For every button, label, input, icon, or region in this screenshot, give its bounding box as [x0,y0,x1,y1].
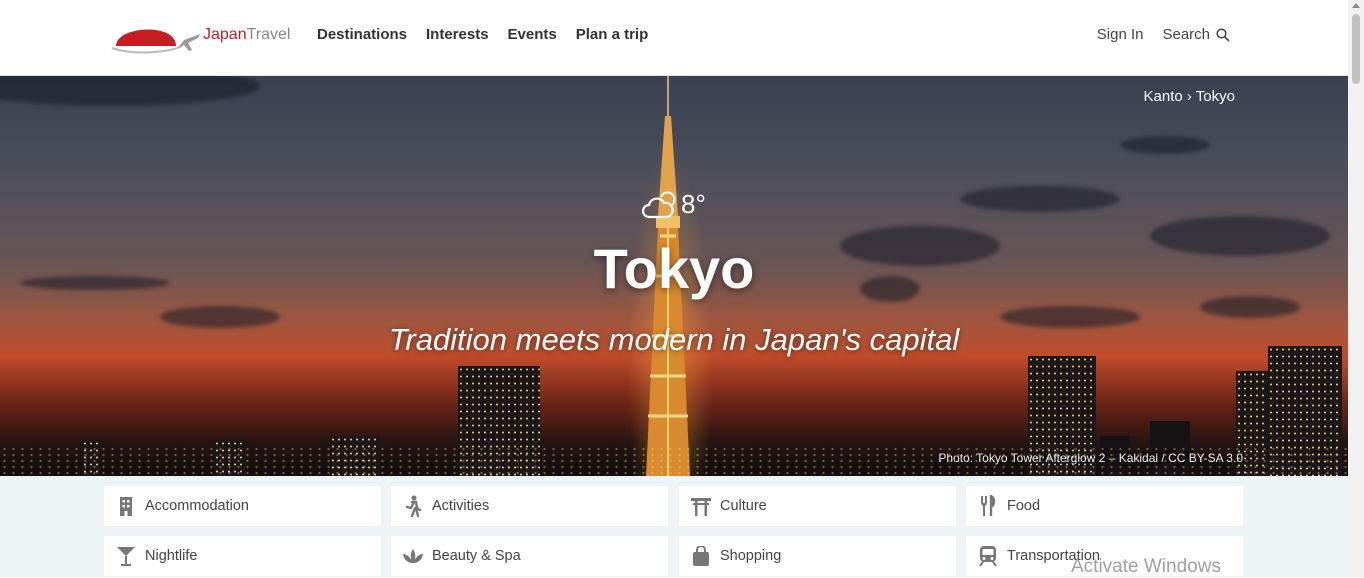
logo-wordmark: JapanTravel [203,26,290,44]
main-nav: Destinations Interests Events Plan a tri… [317,26,667,43]
search-label: Search [1162,26,1210,43]
shopping-bag-icon [689,544,713,568]
nav-plan-a-trip[interactable]: Plan a trip [576,26,649,43]
site-logo[interactable]: JapanTravel [110,16,300,56]
category-nightlife[interactable]: Nightlife [104,536,381,576]
category-food[interactable]: Food [966,486,1243,526]
photo-credit[interactable]: Photo: Tokyo Tower Afterglow 2 – Kakidai… [938,451,1243,465]
train-icon [976,544,1000,568]
category-label: Accommodation [145,498,249,514]
page-title: Tokyo [593,237,755,300]
nav-events[interactable]: Events [508,26,557,43]
category-label: Culture [720,498,767,514]
logo-text-japan: Japan [203,26,247,43]
torii-gate-icon [689,494,713,518]
category-shopping[interactable]: Shopping [679,536,956,576]
category-activities[interactable]: Activities [391,486,668,526]
category-label: Shopping [720,548,782,564]
scroll-thumb[interactable] [1352,14,1360,84]
page-scrollbar[interactable] [1348,0,1364,577]
search-icon [1216,27,1230,42]
category-label: Activities [432,498,490,514]
walking-person-icon [401,494,425,518]
hero-banner: Kanto › Tokyo 8° Tokyo Tradition meets m… [0,76,1348,476]
weather-widget: 8° [641,189,706,220]
site-header: JapanTravel Destinations Interests Event… [0,0,1348,76]
category-label: Food [1007,498,1041,514]
scroll-up-arrow-icon[interactable] [1352,3,1360,8]
hero-tagline: Tradition meets modern in Japan's capita… [388,322,960,357]
partly-cloudy-icon [641,190,676,218]
category-label: Nightlife [145,548,198,564]
lotus-icon [401,544,425,568]
logo-text-travel: Travel [246,26,291,43]
temperature: 8° [681,189,706,219]
category-culture[interactable]: Culture [679,486,956,526]
category-accommodation[interactable]: Accommodation [104,486,381,526]
nav-destinations[interactable]: Destinations [317,26,407,43]
nav-interests[interactable]: Interests [426,26,489,43]
cocktail-glass-icon [114,544,138,568]
category-beauty-spa[interactable]: Beauty & Spa [391,536,668,576]
user-nav: Sign In Search [1097,26,1230,43]
fork-knife-icon [976,494,1000,518]
breadcrumb[interactable]: Kanto › Tokyo [1144,88,1235,105]
building-icon [114,494,138,518]
sign-in-link[interactable]: Sign In [1097,26,1144,43]
japan-travel-logo-icon [111,29,200,54]
activate-windows-watermark: Activate Windows [1071,556,1221,577]
search-button[interactable]: Search [1162,26,1230,43]
category-label: Beauty & Spa [432,548,521,564]
